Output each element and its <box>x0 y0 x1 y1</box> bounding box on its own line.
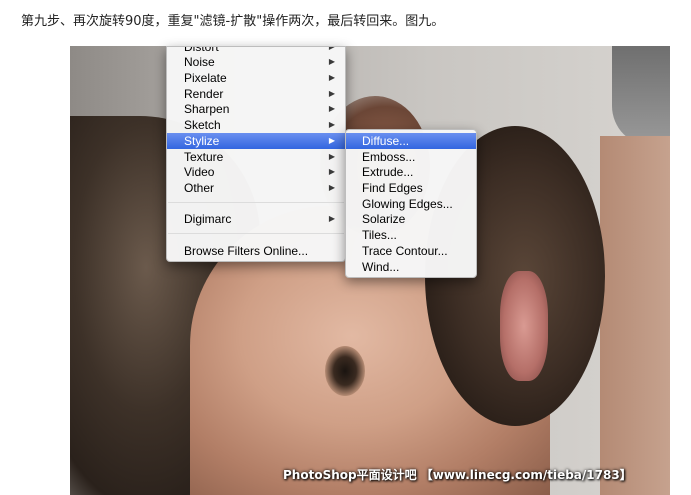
menu-item-label: Wind... <box>362 260 400 274</box>
menu-item-label: Emboss... <box>362 150 416 164</box>
menu-item-texture[interactable]: Texture ▶ <box>167 149 345 165</box>
menu-item-label: Extrude... <box>362 165 414 179</box>
stylize-submenu: Diffuse... Emboss... Extrude... Find Edg… <box>345 129 477 278</box>
menu-item-label: Trace Contour... <box>362 244 448 258</box>
menu-item-label: Video <box>184 165 215 179</box>
submenu-item-trace-contour[interactable]: Trace Contour... <box>346 243 476 259</box>
menu-item-label: Solarize <box>362 212 406 226</box>
menu-item-label: Texture <box>184 150 224 164</box>
triangle-right-icon: ▶ <box>328 183 335 192</box>
menu-separator <box>168 233 344 234</box>
submenu-item-glowing-edges[interactable]: Glowing Edges... <box>346 196 476 212</box>
menu-item-label: Render <box>184 87 224 101</box>
menu-item-label: Browse Filters Online... <box>184 244 309 258</box>
triangle-right-icon: ▶ <box>328 57 335 66</box>
menu-item-video[interactable]: Video ▶ <box>167 164 345 180</box>
triangle-right-icon: ▶ <box>328 214 335 223</box>
submenu-item-solarize[interactable]: Solarize <box>346 211 476 227</box>
photo-lips-region <box>500 271 548 381</box>
menu-item-other[interactable]: Other ▶ <box>167 180 345 196</box>
submenu-item-find-edges[interactable]: Find Edges <box>346 180 476 196</box>
menu-item-stylize[interactable]: Stylize ▶ <box>167 133 345 149</box>
menu-item-browse-filters-online[interactable]: Browse Filters Online... <box>167 243 345 259</box>
triangle-right-icon: ▶ <box>328 89 335 98</box>
menu-item-label: Digimarc <box>184 212 232 226</box>
submenu-item-wind[interactable]: Wind... <box>346 259 476 275</box>
menu-item-sketch[interactable]: Sketch ▶ <box>167 117 345 133</box>
menu-separator <box>168 202 344 203</box>
photo-shoulder-region <box>600 136 670 495</box>
photo-shirt-region <box>612 46 670 146</box>
menu-item-noise[interactable]: Noise ▶ <box>167 54 345 70</box>
submenu-item-tiles[interactable]: Tiles... <box>346 227 476 243</box>
menu-item-render[interactable]: Render ▶ <box>167 86 345 102</box>
watermark: PhotoShop平面设计吧 【www.linecg.com/tieba/178… <box>283 468 632 482</box>
menu-item-sharpen[interactable]: Sharpen ▶ <box>167 101 345 117</box>
triangle-right-icon: ▶ <box>328 136 335 145</box>
menu-item-label: Find Edges <box>362 181 423 195</box>
menu-item-label: Sharpen <box>184 102 230 116</box>
menu-item-label: Distort <box>184 46 219 54</box>
menu-item-label: Stylize <box>184 134 220 148</box>
menu-item-digimarc[interactable]: Digimarc ▶ <box>167 211 345 227</box>
triangle-right-icon: ▶ <box>328 152 335 161</box>
menu-item-label: Glowing Edges... <box>362 197 453 211</box>
triangle-right-icon: ▶ <box>328 167 335 176</box>
menu-item-label: Pixelate <box>184 71 227 85</box>
menu-item-label: Diffuse... <box>362 134 410 148</box>
instruction-text: 第九步、再次旋转90度，重复"滤镜-扩散"操作两次，最后转回来。图九。 <box>21 14 445 29</box>
submenu-item-extrude[interactable]: Extrude... <box>346 164 476 180</box>
triangle-right-icon: ▶ <box>328 120 335 129</box>
menu-item-label: Sketch <box>184 118 221 132</box>
submenu-item-emboss[interactable]: Emboss... <box>346 149 476 165</box>
triangle-right-icon: ▶ <box>328 104 335 113</box>
menu-item-label: Tiles... <box>362 228 397 242</box>
filter-menu: Distort ▶ Noise ▶ Pixelate ▶ Render ▶ Sh… <box>166 46 346 262</box>
submenu-item-diffuse[interactable]: Diffuse... <box>346 133 476 149</box>
menu-item-label: Other <box>184 181 215 195</box>
photo-eye-region <box>325 346 365 396</box>
triangle-right-icon: ▶ <box>328 73 335 82</box>
menu-item-label: Noise <box>184 55 215 69</box>
menu-item-pixelate[interactable]: Pixelate ▶ <box>167 70 345 86</box>
